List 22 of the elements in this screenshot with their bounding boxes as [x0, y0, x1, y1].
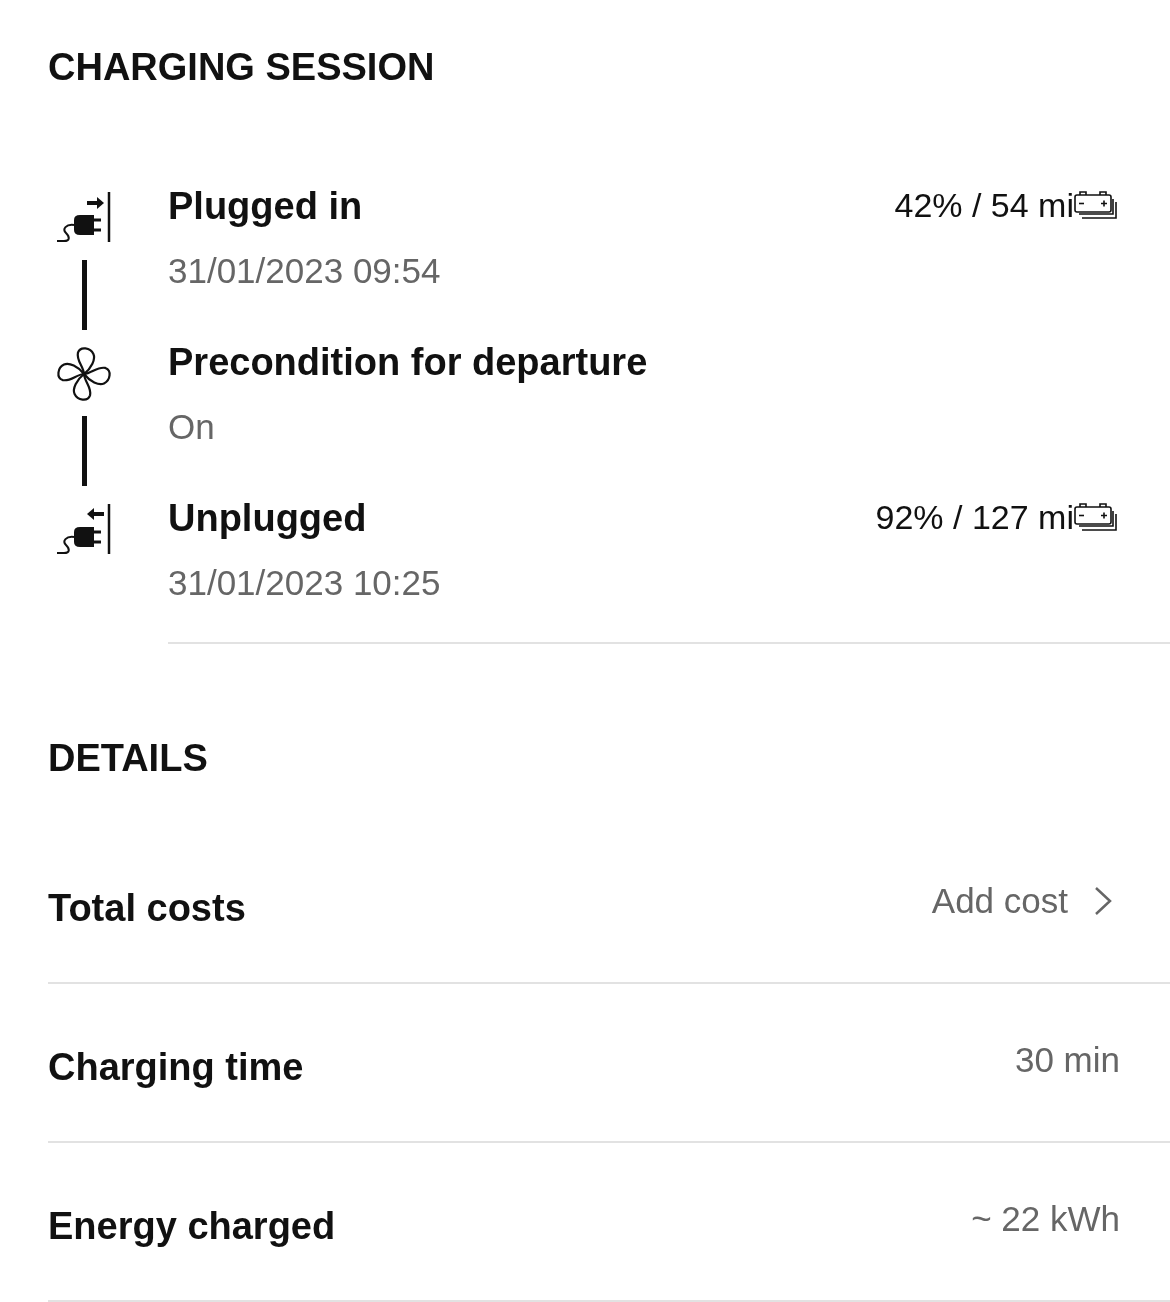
event-title: Precondition for departure: [168, 340, 648, 385]
timeline-connector: [81, 260, 87, 330]
section-title: CHARGING SESSION: [48, 45, 435, 89]
event-title: Plugged in: [168, 184, 363, 229]
timeline-connector: [81, 416, 87, 486]
detail-value: 30 min: [1014, 1039, 1120, 1081]
fan-icon: [54, 346, 114, 402]
section-title: DETAILS: [48, 736, 208, 780]
detail-value: ~ 22 kWh: [971, 1198, 1120, 1240]
battery-icon: [1074, 190, 1118, 220]
chevron-right-icon: [1094, 886, 1112, 916]
event-detail: On: [168, 406, 215, 448]
battery-reading: 42% / 54 mi: [894, 185, 1074, 226]
event-detail: 31/01/2023 10:25: [168, 562, 441, 604]
event-detail: 31/01/2023 09:54: [168, 250, 441, 292]
detail-label: Charging time: [48, 1045, 304, 1090]
battery-reading: 92% / 127 mi: [875, 497, 1074, 538]
detail-label: Energy charged: [48, 1204, 336, 1249]
battery-icon: [1074, 502, 1118, 532]
detail-label: Total costs: [48, 886, 246, 931]
event-title: Unplugged: [168, 496, 367, 541]
add-cost-link[interactable]: Add cost: [931, 879, 1112, 923]
